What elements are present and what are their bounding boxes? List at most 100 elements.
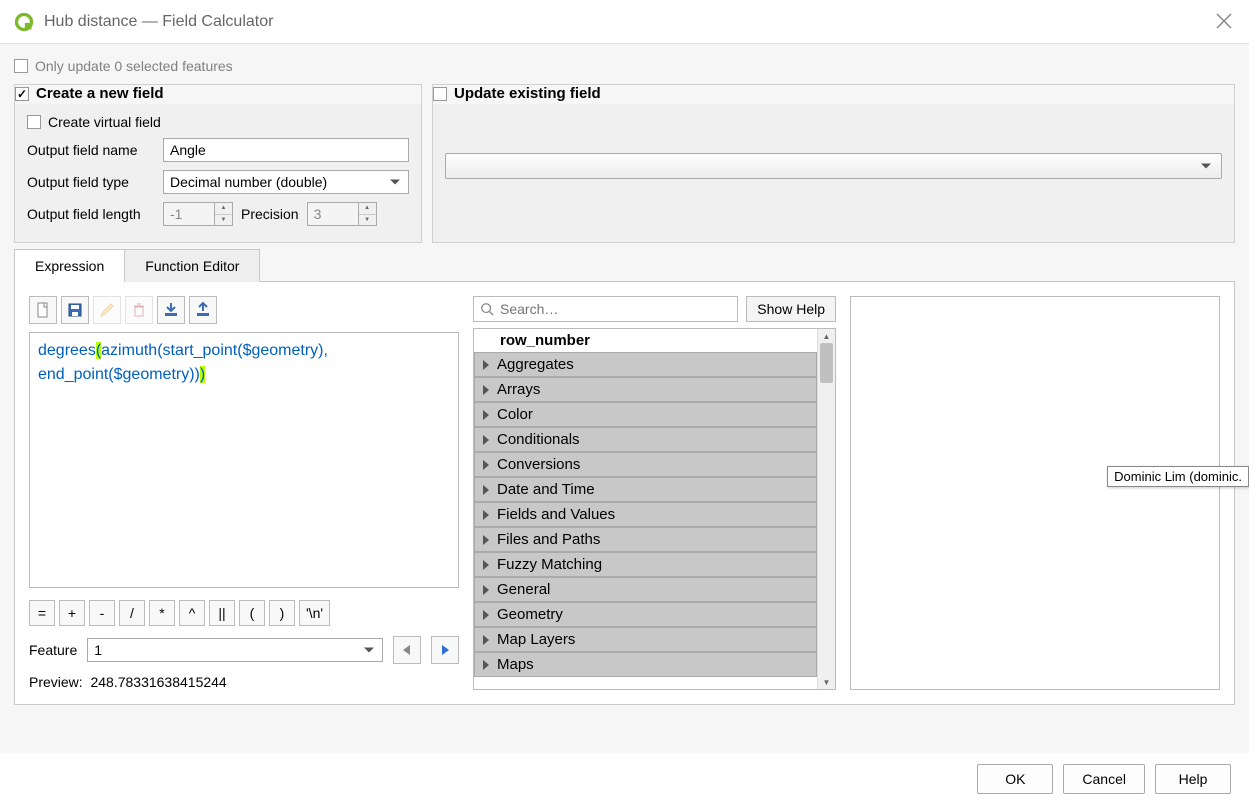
tab-function-editor[interactable]: Function Editor bbox=[124, 249, 260, 282]
preview-row: Preview: 248.78331638415244 bbox=[29, 674, 459, 690]
create-field-panel: Create a new field Create virtual field … bbox=[14, 84, 422, 243]
content-area: Only update 0 selected features Create a… bbox=[0, 44, 1249, 753]
output-length-label: Output field length bbox=[27, 206, 155, 222]
caret-right-icon bbox=[483, 360, 489, 370]
prev-feature-button[interactable] bbox=[393, 636, 421, 664]
tree-item[interactable]: General bbox=[474, 577, 817, 602]
feature-label: Feature bbox=[29, 642, 77, 658]
tree-item[interactable]: Maps bbox=[474, 652, 817, 677]
dialog-footer: OK Cancel Help bbox=[0, 753, 1249, 805]
operator-row: = + - / * ^ || ( ) '\n' bbox=[29, 600, 459, 626]
search-field[interactable] bbox=[500, 301, 731, 317]
search-icon bbox=[480, 302, 494, 316]
caret-right-icon bbox=[483, 485, 489, 495]
output-name-label: Output field name bbox=[27, 142, 155, 158]
only-update-checkbox[interactable] bbox=[14, 59, 28, 73]
tree-item[interactable]: Files and Paths bbox=[474, 527, 817, 552]
function-tree[interactable]: row_number Aggregates Arrays Color Condi… bbox=[473, 328, 836, 690]
op-div[interactable]: / bbox=[119, 600, 145, 626]
tree-item[interactable]: Conditionals bbox=[474, 427, 817, 452]
function-list-column: Show Help row_number Aggregates Arrays C… bbox=[473, 296, 836, 690]
tree-item[interactable]: Aggregates bbox=[474, 352, 817, 377]
ok-button[interactable]: OK bbox=[977, 764, 1053, 794]
create-new-label: Create a new field bbox=[36, 85, 164, 102]
output-name-input[interactable] bbox=[163, 138, 409, 162]
scrollbar[interactable]: ▲ ▼ bbox=[817, 329, 835, 689]
update-field-panel: Update existing field bbox=[432, 84, 1235, 243]
caret-right-icon bbox=[483, 510, 489, 520]
update-field-select[interactable] bbox=[445, 153, 1222, 179]
edit-button bbox=[93, 296, 121, 324]
help-button[interactable]: Help bbox=[1155, 764, 1231, 794]
caret-right-icon bbox=[483, 560, 489, 570]
scroll-thumb[interactable] bbox=[820, 343, 833, 383]
caret-right-icon bbox=[483, 635, 489, 645]
scroll-up-icon[interactable]: ▲ bbox=[818, 329, 835, 343]
expression-tab-body: degrees(azimuth(start_point($geometry), … bbox=[14, 281, 1235, 705]
precision-value[interactable] bbox=[307, 202, 359, 226]
caret-right-icon bbox=[483, 435, 489, 445]
caret-right-icon bbox=[483, 385, 489, 395]
precision-label: Precision bbox=[241, 206, 299, 222]
tree-item[interactable]: Arrays bbox=[474, 377, 817, 402]
scroll-down-icon[interactable]: ▼ bbox=[818, 675, 835, 689]
update-existing-checkbox[interactable] bbox=[433, 87, 447, 101]
preview-value: 248.78331638415244 bbox=[90, 674, 226, 690]
window-title: Hub distance — Field Calculator bbox=[44, 13, 273, 31]
qgis-logo-icon bbox=[14, 12, 34, 32]
chevron-down-icon bbox=[364, 648, 374, 653]
tab-expression[interactable]: Expression bbox=[14, 249, 125, 282]
op-mul[interactable]: * bbox=[149, 600, 175, 626]
op-concat[interactable]: || bbox=[209, 600, 235, 626]
tooltip: Dominic Lim (dominic. bbox=[1107, 466, 1249, 487]
output-length-value[interactable] bbox=[163, 202, 215, 226]
show-help-button[interactable]: Show Help bbox=[746, 296, 836, 322]
new-file-button[interactable] bbox=[29, 296, 57, 324]
precision-spin[interactable]: ▲▼ bbox=[307, 202, 377, 226]
create-new-checkbox[interactable] bbox=[15, 87, 29, 101]
caret-right-icon bbox=[483, 585, 489, 595]
op-plus[interactable]: + bbox=[59, 600, 85, 626]
op-rparen[interactable]: ) bbox=[269, 600, 295, 626]
close-icon[interactable] bbox=[1215, 12, 1233, 30]
tree-item[interactable]: Conversions bbox=[474, 452, 817, 477]
feature-select[interactable]: 1 bbox=[87, 638, 383, 662]
update-existing-label: Update existing field bbox=[454, 85, 601, 102]
output-length-spin[interactable]: ▲▼ bbox=[163, 202, 233, 226]
next-feature-button[interactable] bbox=[431, 636, 459, 664]
caret-right-icon bbox=[483, 460, 489, 470]
expression-editor[interactable]: degrees(azimuth(start_point($geometry), … bbox=[29, 332, 459, 588]
help-panel bbox=[850, 296, 1220, 690]
caret-right-icon bbox=[483, 660, 489, 670]
op-lparen[interactable]: ( bbox=[239, 600, 265, 626]
caret-right-icon bbox=[483, 410, 489, 420]
export-button[interactable] bbox=[189, 296, 217, 324]
expression-column: degrees(azimuth(start_point($geometry), … bbox=[29, 296, 459, 690]
op-eq[interactable]: = bbox=[29, 600, 55, 626]
save-button[interactable] bbox=[61, 296, 89, 324]
tree-item[interactable]: Date and Time bbox=[474, 477, 817, 502]
op-newline[interactable]: '\n' bbox=[299, 600, 330, 626]
tree-item[interactable]: Geometry bbox=[474, 602, 817, 627]
search-input[interactable] bbox=[473, 296, 738, 322]
chevron-down-icon bbox=[1201, 164, 1211, 169]
tab-bar: Expression Function Editor bbox=[14, 249, 1235, 282]
chevron-down-icon bbox=[390, 180, 400, 185]
op-minus[interactable]: - bbox=[89, 600, 115, 626]
op-pow[interactable]: ^ bbox=[179, 600, 205, 626]
tree-item-row-number[interactable]: row_number bbox=[474, 329, 817, 352]
feature-value: 1 bbox=[94, 642, 102, 658]
virtual-field-checkbox[interactable] bbox=[27, 115, 41, 129]
output-type-value: Decimal number (double) bbox=[170, 174, 327, 190]
titlebar: Hub distance — Field Calculator bbox=[0, 0, 1249, 44]
cancel-button[interactable]: Cancel bbox=[1063, 764, 1145, 794]
tree-item[interactable]: Fuzzy Matching bbox=[474, 552, 817, 577]
output-type-select[interactable]: Decimal number (double) bbox=[163, 170, 409, 194]
output-type-label: Output field type bbox=[27, 174, 155, 190]
tree-item[interactable]: Fields and Values bbox=[474, 502, 817, 527]
caret-right-icon bbox=[483, 535, 489, 545]
import-button[interactable] bbox=[157, 296, 185, 324]
tree-item[interactable]: Color bbox=[474, 402, 817, 427]
only-update-label: Only update 0 selected features bbox=[35, 58, 233, 74]
tree-item[interactable]: Map Layers bbox=[474, 627, 817, 652]
